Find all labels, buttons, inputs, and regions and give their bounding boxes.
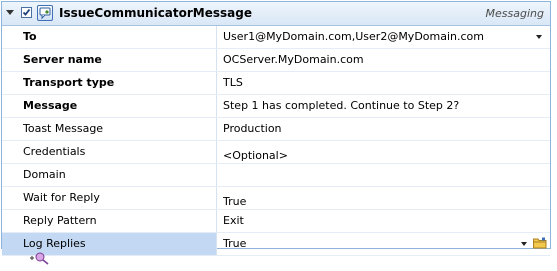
property-name: Domain — [2, 164, 217, 186]
property-row-toast-message[interactable]: Toast Message Production — [2, 118, 550, 141]
activity-panel: IssueCommunicatorMessage Messaging To Us… — [1, 1, 551, 256]
activity-title: IssueCommunicatorMessage — [59, 6, 252, 20]
property-name: Transport type — [2, 72, 217, 94]
property-row-to[interactable]: To User1@MyDomain.com,User2@MyDomain.com — [2, 26, 550, 49]
property-row-transport-type[interactable]: Transport type TLS — [2, 72, 550, 95]
add-activity-icon[interactable] — [28, 250, 52, 266]
property-row-log-replies[interactable]: Log Replies True — [2, 233, 550, 256]
collapse-arrow-icon[interactable] — [6, 10, 14, 15]
property-row-message[interactable]: Message Step 1 has completed. Continue t… — [2, 95, 550, 118]
property-value-toast-message[interactable]: Production — [223, 118, 550, 140]
property-name: Credentials — [2, 141, 217, 163]
chevron-down-icon[interactable] — [521, 242, 527, 246]
property-name: Message — [2, 95, 217, 117]
property-value-transport-type[interactable]: TLS — [223, 72, 550, 94]
property-name: Server name — [2, 49, 217, 71]
checkmark-icon — [22, 8, 31, 16]
property-value-to[interactable]: User1@MyDomain.com,User2@MyDomain.com — [223, 26, 550, 48]
property-grid: To User1@MyDomain.com,User2@MyDomain.com… — [2, 26, 550, 256]
property-name: Toast Message — [2, 118, 217, 140]
property-value-log-replies[interactable]: True — [223, 233, 516, 255]
communicator-message-icon — [37, 5, 53, 21]
browse-folder-icon[interactable] — [533, 237, 547, 249]
activity-category: Messaging — [485, 7, 544, 20]
property-row-reply-pattern[interactable]: Reply Pattern Exit — [2, 210, 550, 233]
property-name: Reply Pattern — [2, 210, 217, 232]
property-name: Wait for Reply — [2, 187, 217, 209]
property-row-credentials[interactable]: Credentials <Optional> — [2, 141, 550, 164]
chevron-down-icon[interactable] — [536, 35, 542, 39]
activity-header: IssueCommunicatorMessage Messaging — [2, 2, 550, 26]
property-name: To — [2, 26, 217, 48]
property-row-server-name[interactable]: Server name OCServer.MyDomain.com — [2, 49, 550, 72]
property-value-message[interactable]: Step 1 has completed. Continue to Step 2… — [223, 95, 550, 117]
property-value-domain[interactable] — [223, 164, 550, 186]
enabled-checkbox[interactable] — [21, 7, 32, 18]
property-value-reply-pattern[interactable]: Exit — [223, 210, 550, 232]
property-row-wait-for-reply[interactable]: Wait for Reply True — [2, 187, 550, 210]
property-value-server-name[interactable]: OCServer.MyDomain.com — [223, 49, 550, 71]
property-row-domain[interactable]: Domain — [2, 164, 550, 187]
